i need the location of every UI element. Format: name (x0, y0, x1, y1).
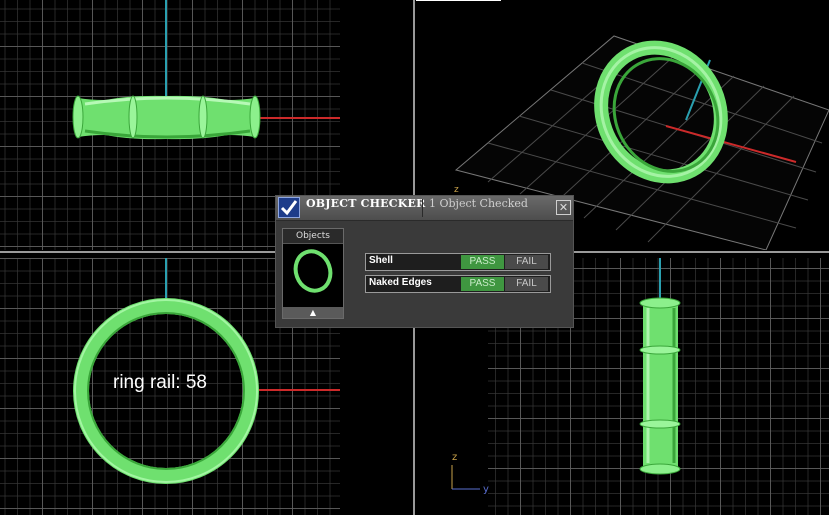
objects-checked-count: 1 Object Checked (429, 197, 528, 210)
check-row-naked-edges: Naked Edges PASS FAIL (365, 275, 551, 293)
shell-fail-button[interactable]: FAIL (505, 255, 548, 269)
objects-header: Objects (283, 229, 343, 244)
naked-edges-fail-button[interactable]: FAIL (505, 277, 548, 291)
check-label-naked-edges: Naked Edges (369, 277, 432, 288)
naked-edges-pass-button[interactable]: PASS (461, 277, 504, 291)
title-separator (422, 199, 423, 217)
ring-side-view (72, 95, 261, 140)
axis-indicator-bottom: z y (451, 452, 489, 495)
checkmark-icon (278, 197, 300, 218)
object-thumbnail[interactable] (283, 244, 343, 304)
axis-z-label-2: z (452, 452, 457, 463)
objects-panel[interactable]: Objects ▲ (282, 228, 344, 319)
close-icon[interactable]: ✕ (556, 200, 571, 215)
viewport-label-strip (416, 0, 501, 1)
ring-rail-label: ring rail: 58 (113, 372, 207, 393)
check-row-shell: Shell PASS FAIL (365, 253, 551, 271)
ring-right-view (639, 297, 681, 475)
shell-pass-button[interactable]: PASS (461, 255, 504, 269)
object-checker-dialog[interactable]: OBJECT CHECKER 1 Object Checked ✕ Object… (275, 195, 574, 328)
dialog-title-bar[interactable]: OBJECT CHECKER 1 Object Checked ✕ (276, 196, 573, 221)
axis-y-label: y (483, 484, 489, 495)
check-label-shell: Shell (369, 255, 393, 266)
dialog-title: OBJECT CHECKER (306, 197, 426, 210)
axis-z-label: z (454, 185, 459, 195)
scroll-up-icon[interactable]: ▲ (283, 307, 343, 318)
